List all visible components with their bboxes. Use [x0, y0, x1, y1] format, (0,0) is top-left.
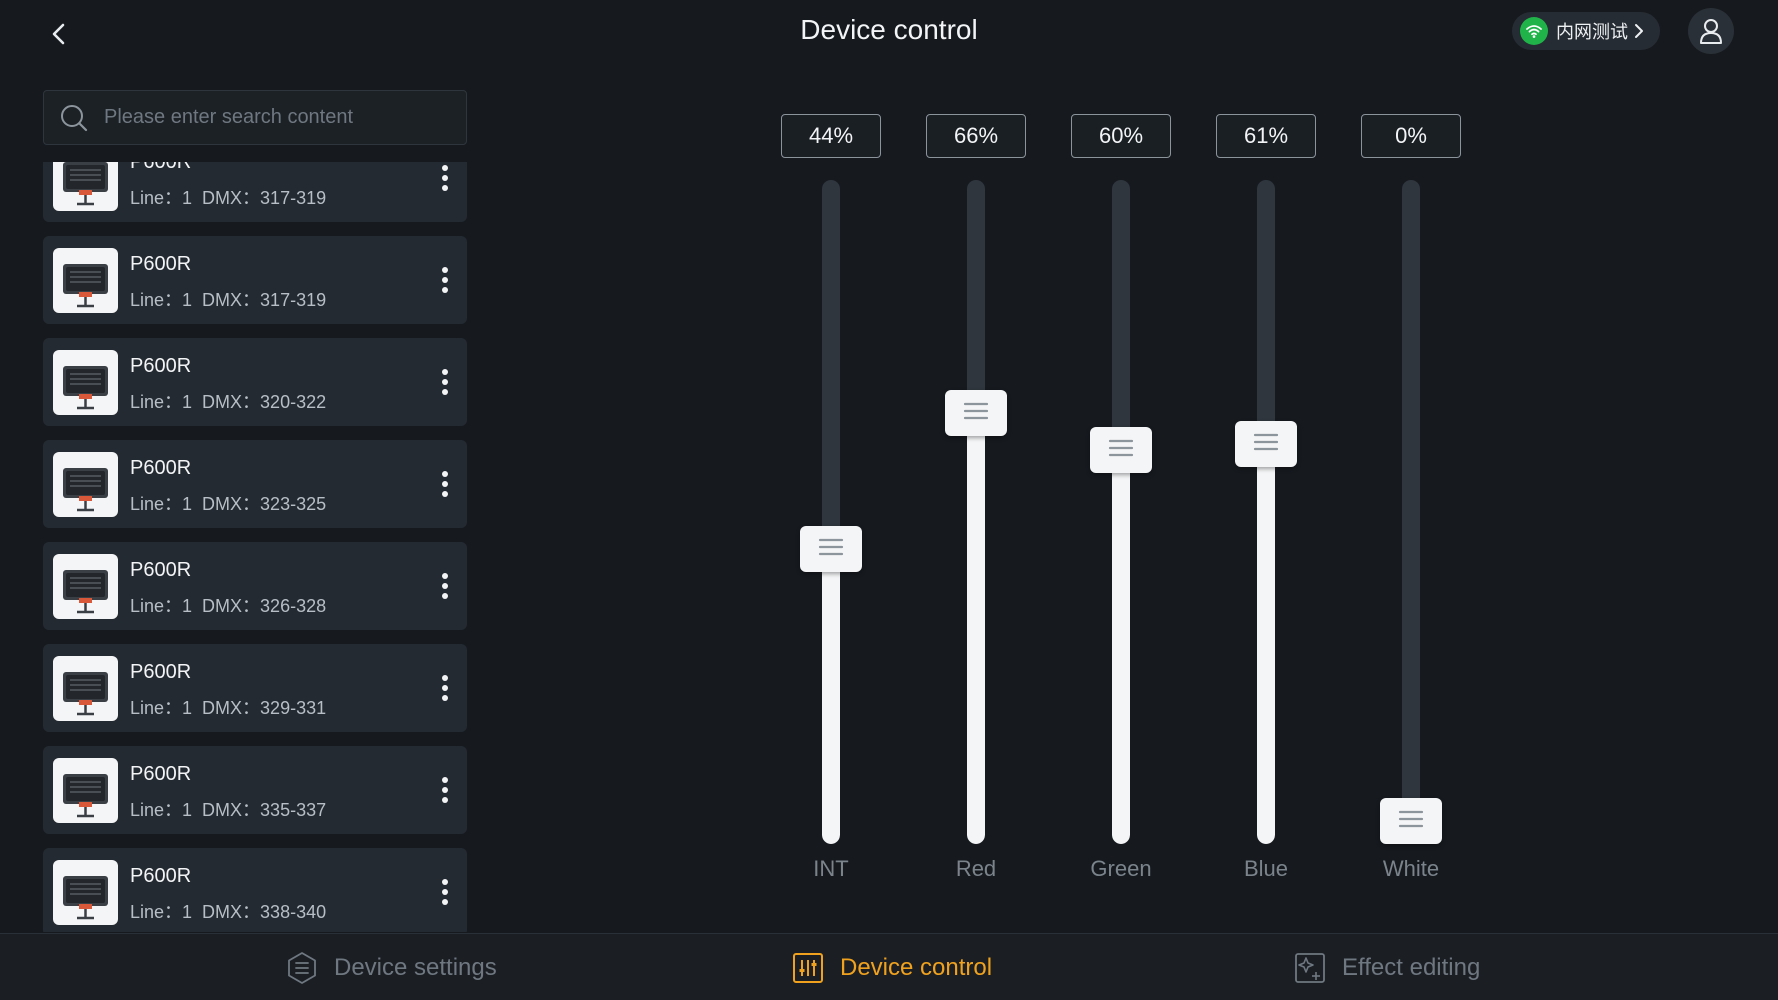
device-name: P600R: [130, 559, 192, 581]
device-name: P600R: [130, 763, 192, 785]
slider-fill: [967, 406, 985, 844]
device-name: P600R: [130, 865, 192, 887]
nav-device-settings[interactable]: Device settings: [284, 934, 497, 1000]
device-card[interactable]: P600R Line：1 DMX：320-322: [43, 338, 467, 426]
device-meta: Line：1 DMX：329-331: [130, 698, 327, 718]
more-options-icon[interactable]: [437, 162, 453, 196]
device-meta: Line：1 DMX：317-319: [130, 188, 327, 208]
slider-thumb[interactable]: [1380, 798, 1442, 844]
slider-value-box[interactable]: 66%: [926, 114, 1026, 158]
more-options-icon[interactable]: [437, 262, 453, 298]
slider-label: White: [1382, 856, 1440, 881]
device-name: P600R: [130, 253, 192, 275]
search-box: [43, 90, 467, 145]
bottom-nav: Device settings Device control Effect ed…: [0, 933, 1778, 1000]
back-button[interactable]: [44, 18, 74, 50]
device-meta: Line：1 DMX：317-319: [130, 290, 327, 310]
device-card[interactable]: P600R Line：1 DMX：338-340: [43, 848, 467, 932]
device-card[interactable]: P600R Line：1 DMX：329-331: [43, 644, 467, 732]
slider-track[interactable]: [1402, 180, 1420, 844]
device-meta: Line：1 DMX：320-322: [130, 392, 327, 412]
grip-icon: [963, 401, 989, 426]
nav-label: Device settings: [334, 953, 497, 981]
slider-int: 44% INT: [780, 114, 882, 894]
device-thumbnail: [53, 452, 118, 517]
list-settings-icon: [288, 951, 316, 984]
nav-device-control[interactable]: Device control: [790, 934, 992, 1000]
chevron-left-icon: [52, 23, 65, 45]
slider-thumb[interactable]: [945, 390, 1007, 436]
slider-value-box[interactable]: 60%: [1071, 114, 1171, 158]
device-thumbnail: [53, 860, 118, 925]
more-options-icon[interactable]: [437, 670, 453, 706]
slider-fill: [1112, 446, 1130, 844]
slider-fill: [1257, 439, 1275, 844]
device-thumbnail: [53, 656, 118, 721]
user-icon: [1700, 19, 1722, 44]
slider-label: Blue: [1243, 856, 1289, 881]
wifi-icon: [1520, 17, 1548, 45]
nav-label: Device control: [840, 953, 993, 981]
grip-icon: [1108, 438, 1134, 463]
device-card[interactable]: P600R Line：1 DMX：317-319: [43, 236, 467, 324]
grip-icon: [818, 537, 844, 562]
device-thumbnail: [53, 758, 118, 823]
nav-effect-editing[interactable]: Effect editing: [1292, 934, 1480, 1000]
slider-blue: 61% Blue: [1215, 114, 1317, 894]
sparkle-icon: [1295, 952, 1325, 983]
avatar-button[interactable]: [1688, 8, 1734, 54]
slider-fill: [822, 552, 840, 844]
more-options-icon[interactable]: [437, 772, 453, 808]
slider-track[interactable]: [967, 180, 985, 844]
search-input[interactable]: [90, 91, 466, 144]
slider-label: Green: [1090, 856, 1152, 881]
device-meta: Line：1 DMX：338-340: [130, 902, 327, 922]
more-options-icon[interactable]: [437, 466, 453, 502]
slider-thumb[interactable]: [1235, 421, 1297, 467]
device-name: P600R: [130, 457, 192, 479]
device-meta: Line：1 DMX：323-325: [130, 494, 327, 514]
device-thumbnail: [53, 162, 118, 211]
grip-icon: [1398, 809, 1424, 834]
slider-value-box[interactable]: 61%: [1216, 114, 1316, 158]
device-thumbnail: [53, 248, 118, 313]
slider-label: Red: [955, 856, 997, 881]
device-thumbnail: [53, 350, 118, 415]
sliders-icon: [793, 952, 823, 983]
slider-thumb[interactable]: [1090, 427, 1152, 473]
network-selector[interactable]: 内网测试: [1512, 12, 1660, 50]
device-thumbnail: [53, 554, 118, 619]
chevron-right-icon: [1635, 24, 1643, 38]
device-name: P600R: [130, 355, 192, 377]
grip-icon: [1253, 432, 1279, 457]
slider-green: 60% Green: [1070, 114, 1172, 894]
slider-label: INT: [813, 856, 849, 881]
slider-track[interactable]: [822, 180, 840, 844]
more-options-icon[interactable]: [437, 364, 453, 400]
device-card[interactable]: P600R Line：1 DMX：335-337: [43, 746, 467, 834]
slider-red: 66% Red: [925, 114, 1027, 894]
device-list[interactable]: P600R Line：1 DMX：317-319 P600R Line：1 DMX：3…: [43, 162, 467, 932]
header-bar: Device control 内网测试: [0, 0, 1778, 66]
network-label: 内网测试: [1556, 22, 1628, 43]
device-name: P600R: [130, 162, 192, 173]
device-card[interactable]: P600R Line：1 DMX：317-319: [43, 162, 467, 222]
slider-value-box[interactable]: 0%: [1361, 114, 1461, 158]
slider-value-box[interactable]: 44%: [781, 114, 881, 158]
search-icon: [61, 104, 88, 131]
device-name: P600R: [130, 661, 192, 683]
slider-track[interactable]: [1257, 180, 1275, 844]
device-card[interactable]: P600R Line：1 DMX：323-325: [43, 440, 467, 528]
more-options-icon[interactable]: [437, 874, 453, 910]
nav-label: Effect editing: [1342, 953, 1481, 981]
device-card[interactable]: P600R Line：1 DMX：326-328: [43, 542, 467, 630]
slider-white: 0% White: [1360, 114, 1462, 894]
slider-thumb[interactable]: [800, 526, 862, 572]
device-meta: Line：1 DMX：326-328: [130, 596, 327, 616]
more-options-icon[interactable]: [437, 568, 453, 604]
device-meta: Line：1 DMX：335-337: [130, 800, 327, 820]
slider-track[interactable]: [1112, 180, 1130, 844]
